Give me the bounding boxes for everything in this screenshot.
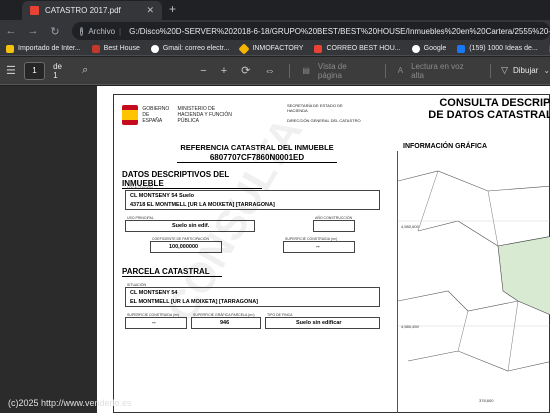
- url-separator: |: [119, 26, 122, 36]
- pdf-viewer[interactable]: GOBIERNO DE ESPAÑA MINISTERIO DE HACIEND…: [0, 86, 550, 413]
- inmofactory-icon: [238, 42, 251, 55]
- tab-bar: CATASTRO 2017.pdf ✕ +: [0, 0, 550, 20]
- copyright-footer: (c)2025 http://www.venderlo.es: [8, 398, 132, 408]
- bookmark-item[interactable]: Best House: [91, 44, 140, 53]
- graphic-info-title: INFORMACIÓN GRÁFICA: [403, 143, 487, 150]
- close-icon[interactable]: ✕: [146, 5, 154, 16]
- ministry-label: MINISTERIO DE HACIENDA Y FUNCIÓN PÚBLICA: [177, 106, 232, 124]
- url-input[interactable]: i Archivo | G:/Disco%20D-SERVER%202018-6…: [72, 22, 550, 40]
- address-bar: ← → ↻ i Archivo | G:/Disco%20D-SERVER%20…: [0, 20, 550, 42]
- gov-label: GOBIERNO DE ESPAÑA: [142, 106, 170, 124]
- back-icon[interactable]: ←: [0, 25, 22, 37]
- read-aloud-icon[interactable]: A: [398, 66, 403, 75]
- bookmarks-bar: Importado de Inter... Best House Gmail: …: [0, 42, 550, 56]
- year-box: [313, 220, 355, 232]
- type-box: Suelo sin edificar: [265, 317, 380, 329]
- page-title: CONSULTA DESCRIPTIVA DE DATOS CATASTRALE…: [428, 97, 550, 121]
- divider: [289, 63, 291, 78]
- cadastral-map: [397, 151, 550, 413]
- pdf-toolbar: ☰ 1 de 1 ⌕ − + ⟳ ⇔ ▤ Vista de página A L…: [0, 57, 550, 85]
- zoom-out-icon[interactable]: −: [200, 65, 206, 77]
- bookmark-item[interactable]: INMOFACTORY: [238, 42, 303, 55]
- bookmark-item[interactable]: Importado de Inter...: [6, 44, 81, 53]
- draw-button[interactable]: Dibujar: [513, 66, 538, 75]
- forward-icon[interactable]: →: [22, 25, 44, 37]
- divider: [490, 63, 492, 78]
- coord-x: 378,600: [479, 398, 494, 403]
- new-tab-button[interactable]: +: [169, 2, 176, 16]
- surface-box: --: [283, 241, 355, 253]
- page-count: de 1: [53, 61, 63, 80]
- draw-icon[interactable]: ▽: [501, 65, 508, 76]
- divider: [384, 63, 386, 78]
- coord-y-top: 4,580,600: [401, 224, 419, 229]
- bookmark-item[interactable]: (159) 1000 Ideas de...: [457, 44, 538, 53]
- facebook-icon: [457, 44, 466, 53]
- page-view-button[interactable]: Vista de página: [318, 62, 371, 80]
- pdf-page: GOBIERNO DE ESPAÑA MINISTERIO DE HACIEND…: [97, 86, 550, 413]
- bookmark-item[interactable]: Google: [411, 44, 446, 53]
- info-icon[interactable]: i: [80, 26, 84, 36]
- secretariat-label: SECRETARÍA DE ESTADO DE HACIENDA DIRECCI…: [287, 103, 361, 123]
- map-drawing: [397, 170, 550, 372]
- google-icon: [411, 44, 420, 53]
- page-view-icon[interactable]: ▤: [302, 66, 310, 75]
- pdf-icon: [30, 6, 39, 15]
- zoom-in-icon[interactable]: +: [221, 65, 227, 77]
- page-number-input[interactable]: 1: [23, 61, 46, 80]
- url-scheme: Archivo: [88, 26, 116, 36]
- folder-icon: [6, 44, 14, 53]
- read-aloud-button[interactable]: Lectura en voz alta: [411, 62, 476, 80]
- url-text: G:/Disco%20D-SERVER%202018-6-18/GRUPO%20…: [129, 26, 550, 36]
- mail-icon: [314, 44, 323, 53]
- best-house-icon: [91, 44, 100, 53]
- rotate-icon[interactable]: ⟳: [241, 64, 250, 77]
- ministry-header: GOBIERNO DE ESPAÑA MINISTERIO DE HACIEND…: [122, 100, 232, 130]
- bookmark-item[interactable]: Gmail: correo electr...: [150, 44, 229, 53]
- reload-icon[interactable]: ↻: [44, 25, 66, 38]
- tab-title: CATASTRO 2017.pdf: [45, 6, 121, 15]
- bookmark-item[interactable]: CORREO BEST HOU...: [314, 44, 401, 53]
- fit-width-icon[interactable]: ⇔: [264, 65, 275, 77]
- tab-catastro[interactable]: CATASTRO 2017.pdf ✕: [22, 1, 162, 20]
- coat-of-arms-icon: [122, 105, 139, 125]
- coord-y-bottom: 4,580,450: [401, 324, 419, 329]
- menu-icon[interactable]: ☰: [6, 64, 16, 77]
- chevron-down-icon[interactable]: ⌄: [543, 66, 550, 75]
- search-icon[interactable]: ⌕: [82, 64, 88, 77]
- built-box: --: [125, 317, 187, 329]
- google-icon: [150, 44, 159, 53]
